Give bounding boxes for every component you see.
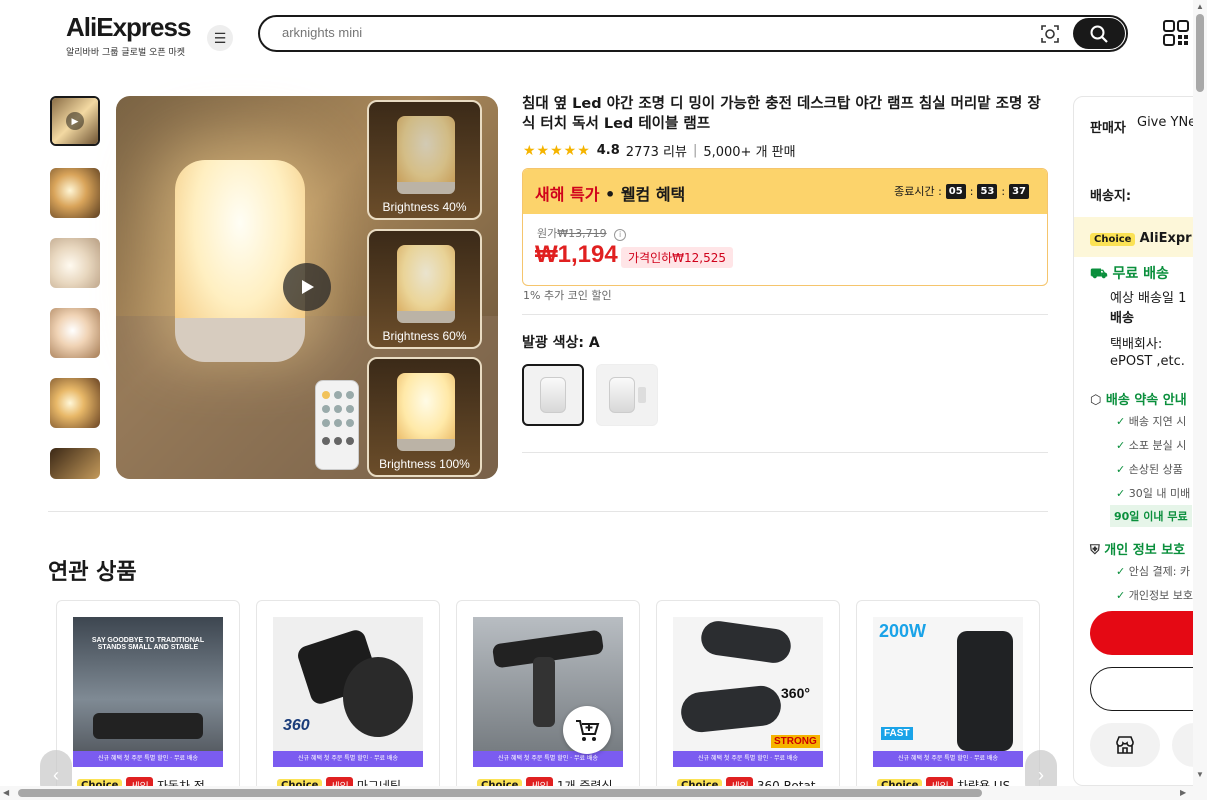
menu-button[interactable]: ☰ [207,25,233,51]
related-products-title: 연관 상품 [48,560,137,585]
check-icon: ✓ [1116,463,1126,476]
seller-label: 판매자 [1090,121,1126,136]
divider [522,314,1048,315]
product-card-1[interactable]: SAY GOODBYE TO TRADITIONAL STANDS SMALL … [56,600,240,800]
check-icon: ✓ [1116,415,1126,428]
product-title: 침대 옆 Led 야간 조명 디 밍이 가능한 충전 데스크탑 야간 램프 침실… [522,96,1041,132]
lamp-illustration [175,160,305,340]
scroll-up-icon[interactable]: ▲ [1196,2,1204,11]
check-icon: ✓ [1116,589,1126,602]
delivery-promise[interactable]: ⬡ 배송 약속 안내 [1090,389,1187,408]
vertical-scrollbar[interactable] [1193,0,1207,786]
timer-seconds: 37 [1009,183,1029,199]
remote-illustration [315,380,359,470]
purchase-sidebar: 판매자 Give YNe 배송지: Choice AliExpr ⛟ 무료 배송… [1073,96,1207,786]
color-option-label: 발광 색상: A [522,335,600,351]
thumbnail-2[interactable] [50,168,100,218]
choice-badge: Choice [1090,233,1136,246]
countdown-timer: 종료시간 : 05: 53: 37 [894,183,1029,199]
sku-option-b[interactable] [596,364,658,426]
chevron-left-icon: ‹ [53,764,59,785]
vertical-scroll-thumb[interactable] [1196,14,1204,92]
product-card-3[interactable]: 신규 혜택 첫 주문 특별 할인 · 무료 배송 Choice세일1개 중력식 [456,600,640,800]
info-icon[interactable]: i [614,229,627,241]
thumbnail-video[interactable]: ▶ [50,96,100,146]
promo-title: 새해 특가 • 웰컴 혜택 [535,185,686,204]
thumbnail-6[interactable] [50,448,100,479]
scroll-right-icon[interactable]: ▶ [1180,788,1186,797]
truck-icon: ⛟ [1090,266,1108,282]
search-input[interactable] [282,25,1022,40]
search-bar[interactable] [258,15,1128,52]
brightness-panel-100: Brightness 100% [367,357,482,477]
check-icon: ✓ [1116,565,1126,578]
coin-discount: 1% 추가 코인 할인 [523,289,612,302]
lamp-base [175,318,305,362]
original-price: 원가₩13,719 i [537,225,627,241]
courier-name: ePOST ,etc. [1110,354,1185,369]
search-button[interactable] [1073,18,1125,49]
refund-badge: 90일 이내 무료 [1110,505,1192,527]
horizontal-scroll-thumb[interactable] [18,789,982,797]
privacy-protection[interactable]: ⛨ 개인 정보 보호 [1090,539,1185,558]
image-search-icon[interactable] [1040,24,1060,44]
delivery-estimate: 예상 배송일 1 [1110,291,1187,306]
chevron-right-icon: › [1038,764,1044,785]
check-icon: ✓ [1116,487,1126,500]
sku-option-a[interactable] [522,364,584,426]
scroll-down-icon[interactable]: ▼ [1196,770,1204,779]
discount-badge: 가격인하₩12,525 [621,247,734,268]
store-button[interactable] [1090,723,1160,767]
star-rating-icon: ★★★★★ [523,142,591,159]
thumbnail-3[interactable] [50,238,100,288]
free-shipping: ⛟ 무료 배송 [1090,266,1169,282]
cart-plus-icon [576,720,600,741]
play-video-button[interactable] [283,263,331,311]
aliexpress-logo[interactable]: AliExpress 알리바바 그룹 글로벌 오픈 마켓 [66,12,191,58]
logo-tagline: 알리바바 그룹 글로벌 오픈 마켓 [66,48,186,58]
check-icon: ✓ [1116,439,1126,452]
choice-brand: AliExpr [1139,231,1192,246]
buy-now-button[interactable] [1090,611,1207,655]
qr-code-icon[interactable] [1163,20,1189,46]
hamburger-icon: ☰ [213,29,227,46]
seller-name[interactable]: Give YNe [1137,115,1196,130]
shield-check-icon: ⛨ [1090,543,1100,558]
thumbnail-5[interactable] [50,378,100,428]
rating-row: ★★★★★ 4.8 2773 리뷰 | 5,000+ 개 판매 [523,141,796,161]
product-card-4[interactable]: 360° STRONG 신규 혜택 첫 주문 특별 할인 · 무료 배송 Cho… [656,600,840,800]
play-icon: ▶ [66,112,84,130]
timer-minutes: 53 [977,183,998,199]
logo-text: AliExpress [66,12,191,42]
divider [522,452,1048,453]
sale-price: ₩1,194 [535,241,618,268]
review-count[interactable]: 2773 리뷰 [626,141,687,160]
courier-label: 택배회사: [1110,337,1163,352]
add-to-cart-fab[interactable] [563,706,611,754]
rating-score: 4.8 [596,143,620,158]
thumbnail-4[interactable] [50,308,100,358]
scroll-left-icon[interactable]: ◀ [3,788,9,797]
brightness-panel-40: Brightness 40% [367,100,482,220]
ship-to-label: 배송지: [1090,189,1132,204]
divider: | [692,143,698,158]
store-icon [1116,736,1134,754]
play-icon [302,280,314,294]
product-card-2[interactable]: 360 신규 혜택 첫 주문 특별 할인 · 무료 배송 Choice세일마그네… [256,600,440,800]
sold-count: 5,000+ 개 판매 [703,145,796,160]
add-to-cart-button[interactable]: 장 [1090,667,1207,711]
brightness-panel-60: Brightness 60% [367,229,482,349]
search-icon [1090,25,1108,43]
divider [48,511,1048,512]
shield-box-icon: ⬡ [1090,393,1102,408]
product-card-5[interactable]: 200W FAST 신규 혜택 첫 주문 특별 할인 · 무료 배송 Choic… [856,600,1040,800]
promo-box: 새해 특가 • 웰컴 혜택 종료시간 : 05: 53: 37 원가₩13,71… [522,168,1048,286]
timer-hours: 05 [945,183,966,199]
